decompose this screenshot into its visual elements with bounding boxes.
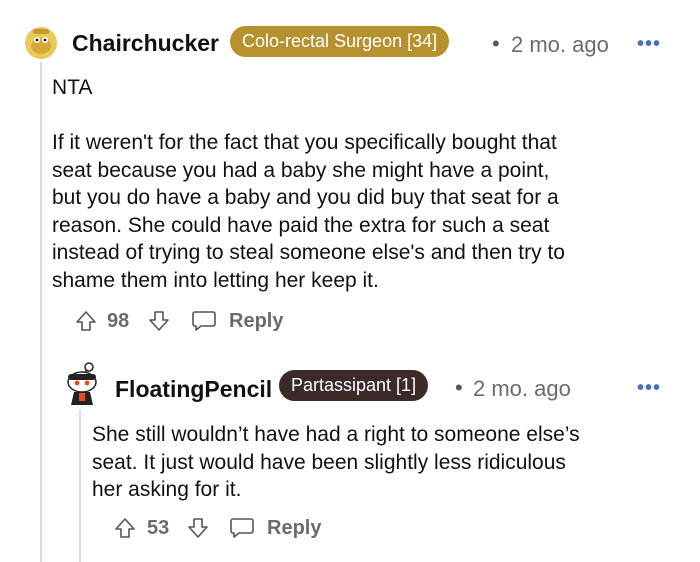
user-flair: Colo-rectal Surgeon [34] — [230, 26, 450, 57]
comment-line: NTA — [52, 76, 93, 99]
comment-body: She still wouldn’t have had a right to s… — [92, 421, 672, 504]
snoo-avatar-icon — [67, 362, 97, 405]
vote-count: 98 — [107, 310, 130, 332]
comment-line: her asking for it. — [92, 478, 242, 501]
upvote-button[interactable] — [113, 516, 137, 540]
more-icon[interactable]: ••• — [637, 33, 661, 56]
downvote-icon — [188, 518, 208, 538]
timestamp[interactable]: 2 mo. ago — [511, 32, 609, 58]
timestamp[interactable]: 2 mo. ago — [473, 376, 571, 402]
comment-body: NTA If it weren't for the fact that you … — [52, 74, 672, 294]
reply-label: Reply — [267, 516, 322, 539]
thread-line[interactable] — [40, 62, 42, 562]
reply-button[interactable]: Reply — [191, 309, 283, 333]
comment-line: seat. It just would have been slightly l… — [92, 450, 566, 474]
separator-dot: • — [455, 375, 463, 400]
comment-bubble-icon — [192, 311, 216, 331]
upvote-button[interactable] — [74, 309, 98, 333]
upvote-icon — [115, 518, 135, 538]
downvote-button[interactable] — [186, 516, 210, 540]
comment-line: seat because you had a baby she might ha… — [52, 158, 550, 182]
comment-line: She still wouldn’t have had a right to s… — [92, 423, 580, 446]
avatar[interactable] — [24, 26, 58, 60]
upvote-icon — [76, 311, 96, 331]
snoo-avatar-icon — [25, 27, 57, 59]
username[interactable]: FloatingPencil — [115, 376, 272, 403]
user-flair: Partassipant [1] — [279, 370, 429, 401]
comment-line: shame them into letting her keep it. — [52, 268, 379, 292]
reply-label: Reply — [229, 309, 284, 332]
avatar[interactable] — [63, 362, 101, 406]
nested-thread-line[interactable] — [79, 410, 81, 562]
comment-line: instead of trying to steal someone else'… — [52, 241, 565, 264]
downvote-icon — [149, 311, 169, 331]
comment-line: reason. She could have paid the extra fo… — [52, 213, 550, 237]
vote-count: 53 — [147, 517, 170, 539]
comment-line: but you do have a baby and you did buy t… — [52, 186, 559, 209]
comment-bubble-icon — [230, 518, 254, 538]
separator-dot: • — [492, 31, 500, 56]
downvote-button[interactable] — [147, 309, 171, 333]
comment-line: If it weren't for the fact that you spec… — [52, 131, 557, 154]
reply-button[interactable]: Reply — [229, 516, 321, 540]
more-icon[interactable]: ••• — [637, 377, 661, 400]
username[interactable]: Chairchucker — [72, 30, 219, 57]
